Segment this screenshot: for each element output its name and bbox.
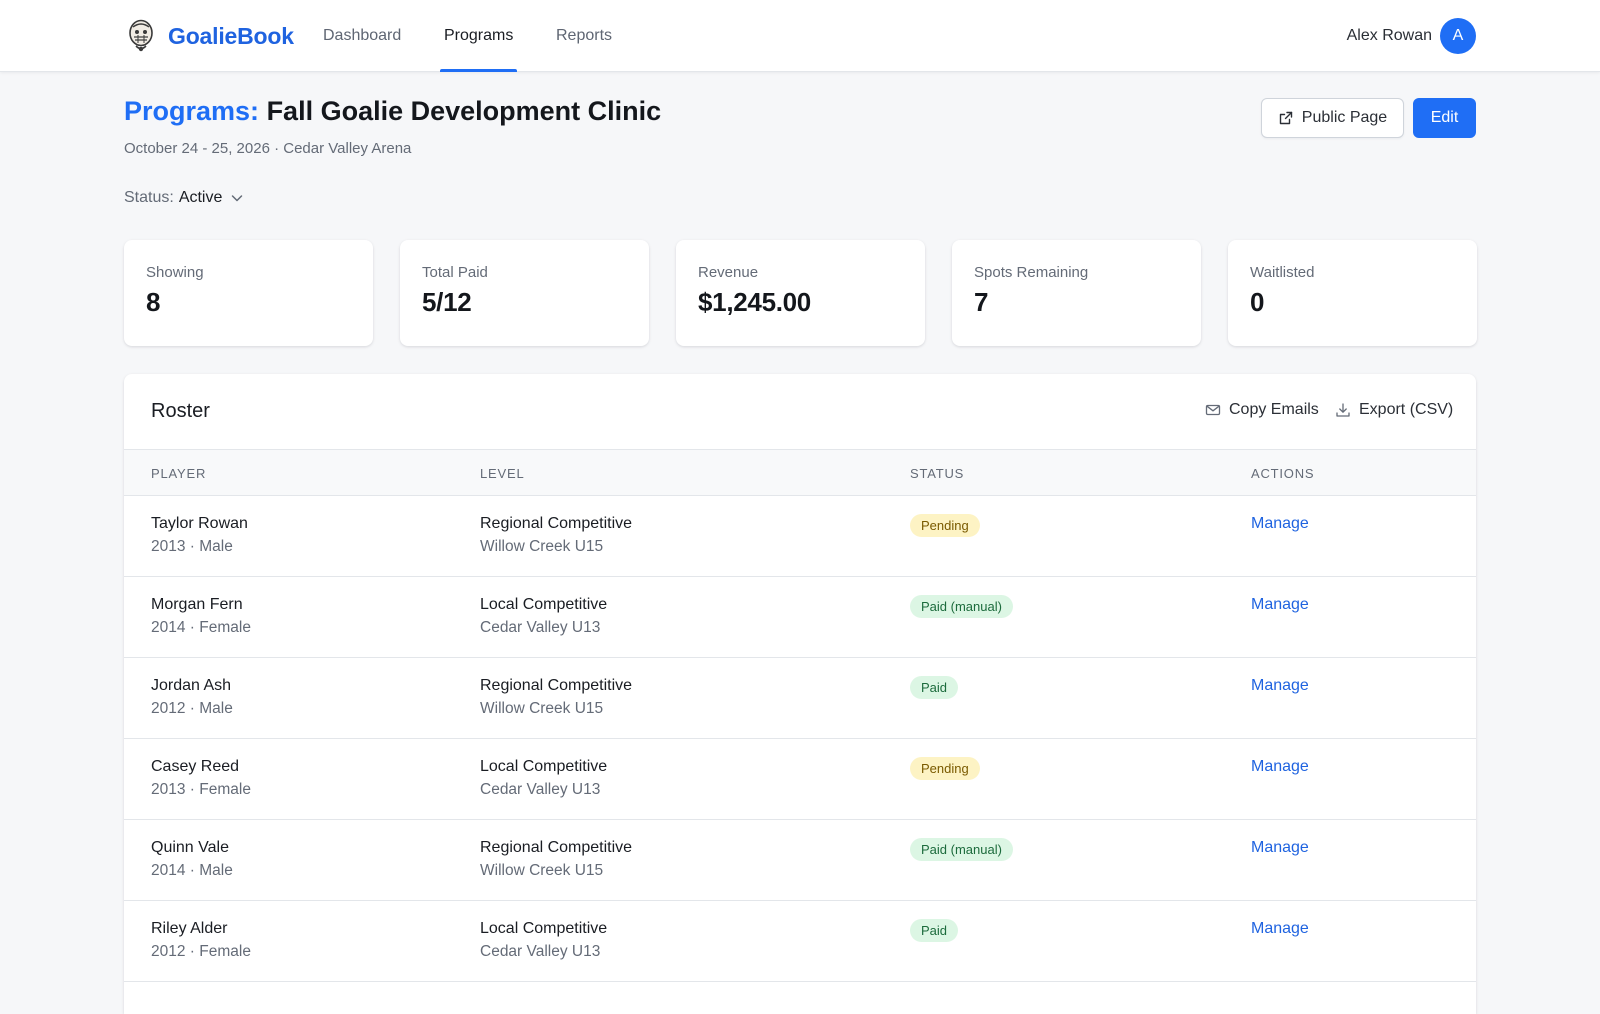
stat-card-waitlisted: Waitlisted 0 [1228,240,1477,346]
public-page-label: Public Page [1301,109,1388,126]
stat-card-revenue: Revenue $1,245.00 [676,240,925,346]
brand-name: GoalieBook [168,22,294,49]
column-header-status: STATUS [910,466,965,481]
stat-card-showing: Showing 8 [124,240,373,346]
manage-link[interactable]: Manage [1251,839,1309,857]
public-page-button[interactable]: Public Page [1261,98,1404,138]
external-link-icon [1279,111,1292,125]
table-header: PLAYER LEVEL STATUS ACTIONS [124,450,1476,496]
player-name: Casey Reed [151,758,240,775]
status-badge: Pending [910,757,980,780]
table-row: Casey Reed 2013 · Female Local Competitiv… [124,739,1476,820]
player-team: Cedar Valley U13 [480,781,601,798]
edit-button[interactable]: Edit [1413,98,1476,138]
player-name: Riley Alder [151,920,228,937]
status-label: Status: [124,189,174,206]
table-row: Quinn Vale 2014 · Male Regional Competiti… [124,820,1476,901]
export-csv-button[interactable]: Export (CSV) [1335,401,1453,419]
player-level: Local Competitive [480,758,608,775]
stat-value: 8 [146,287,161,317]
column-header-player: PLAYER [151,466,207,481]
player-meta: 2014 · Female [151,619,251,636]
stat-value: 0 [1250,287,1265,317]
player-name: Jordan Ash [151,677,232,694]
page-title: Programs: Fall Goalie Development Clinic [124,96,661,127]
stat-label: Revenue [698,264,759,281]
stats-row: Showing 8 Total Paid 5/12 Revenue $1,245… [124,240,1477,346]
user-name[interactable]: Alex Rowan [1347,0,1432,72]
roster-panel: Roster Copy Emails Export (CSV) PLAYER L… [124,374,1476,1014]
player-name: Morgan Fern [151,596,243,613]
copy-emails-label: Copy Emails [1229,401,1319,418]
chevron-down-icon [232,195,243,202]
manage-link[interactable]: Manage [1251,920,1309,938]
player-name: Taylor Rowan [151,515,248,532]
table-row: Riley Alder 2012 · Female Local Competiti… [124,901,1476,982]
program-subtitle: October 24 - 25, 2026 · Cedar Valley Are… [124,140,412,157]
player-meta: 2014 · Male [151,862,233,879]
stat-value: 7 [974,287,989,317]
stat-label: Spots Remaining [974,264,1089,281]
export-csv-label: Export (CSV) [1359,401,1454,418]
status-badge: Paid (manual) [910,595,1013,618]
stat-card-spots-remaining: Spots Remaining 7 [952,240,1201,346]
breadcrumb[interactable]: Programs: [124,96,259,126]
manage-link[interactable]: Manage [1251,596,1309,614]
manage-link[interactable]: Manage [1251,758,1309,776]
player-meta: 2012 · Female [151,943,251,960]
player-team: Willow Creek U15 [480,700,604,717]
player-level: Regional Competitive [480,677,633,694]
status-badge: Paid [910,919,959,942]
player-level: Regional Competitive [480,839,633,856]
avatar[interactable]: A [1440,18,1476,54]
player-team: Willow Creek U15 [480,862,604,879]
column-header-level: LEVEL [480,466,525,481]
status-badge: Pending [910,514,980,537]
player-name: Quinn Vale [151,839,229,856]
table-row: Morgan Fern 2014 · Female Local Competiti… [124,577,1476,658]
stat-value: 5/12 [422,287,472,317]
player-level: Local Competitive [480,920,608,937]
table-row: Jordan Ash 2012 · Male Regional Competiti… [124,658,1476,739]
nav-link-reports[interactable]: Reports [556,0,612,72]
stat-value: $1,245.00 [698,287,811,317]
player-meta: 2013 · Male [151,538,233,555]
manage-link[interactable]: Manage [1251,515,1309,533]
mail-icon [1205,404,1221,416]
status-value: Active [178,189,223,206]
column-header-actions: ACTIONS [1251,466,1315,481]
copy-emails-button[interactable]: Copy Emails [1205,401,1319,419]
player-level: Local Competitive [480,596,608,613]
brand-logo[interactable]: GoalieBook [126,18,294,54]
status-dropdown[interactable]: Status: Active [124,189,244,207]
nav-link-dashboard[interactable]: Dashboard [323,0,401,72]
player-team: Willow Creek U15 [480,538,604,555]
status-badge: Paid (manual) [910,838,1013,861]
download-icon [1336,403,1350,417]
roster-title: Roster [151,400,210,422]
table-row: Taylor Rowan 2013 · Male Regional Competi… [124,496,1476,577]
nav-link-programs[interactable]: Programs [439,0,518,72]
manage-link[interactable]: Manage [1251,677,1309,695]
player-meta: 2012 · Male [151,700,233,717]
player-meta: 2013 · Female [151,781,251,798]
stat-label: Showing [146,264,204,281]
player-team: Cedar Valley U13 [480,943,601,960]
status-badge: Paid [910,676,959,699]
top-navigation: GoalieBook Dashboard Programs Reports Al… [0,0,1600,72]
stat-label: Total Paid [422,264,488,281]
player-team: Cedar Valley U13 [480,619,601,636]
stat-card-total-paid: Total Paid 5/12 [400,240,649,346]
goalie-mask-logo-icon [129,19,153,52]
roster-header: Roster Copy Emails Export (CSV) [124,374,1476,450]
program-title: Fall Goalie Development Clinic [266,96,662,126]
stat-label: Waitlisted [1250,264,1315,281]
player-level: Regional Competitive [480,515,633,532]
